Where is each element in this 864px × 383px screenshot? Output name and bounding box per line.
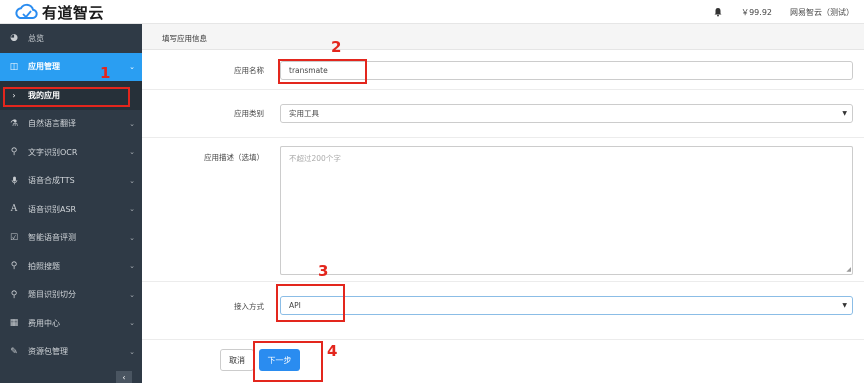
chevron-down-icon: ⌄ xyxy=(129,62,135,71)
check-square-icon: ☑ xyxy=(9,232,19,243)
chevron-down-icon: ⌄ xyxy=(129,176,135,185)
account-balance[interactable]: ￥99.92 xyxy=(741,7,772,18)
sidebar-item-overview[interactable]: ◕ 总览 xyxy=(0,24,142,53)
sidebar-item-label: 题目识别切分 xyxy=(28,290,76,300)
chevron-down-icon: ⌄ xyxy=(129,205,135,214)
annotation-number-2: 2 xyxy=(331,38,342,56)
sidebar-item-translation[interactable]: ⚗ 自然语言翻译 ⌄ xyxy=(0,110,142,139)
dropdown-caret-icon: ▼ xyxy=(842,302,847,309)
sidebar-item-ocr[interactable]: ⚲ 文字识别OCR ⌄ xyxy=(0,138,142,167)
main-panel: 填写应用信息 应用名称 transmate 应用类别 实用工具 ▼ 应用描述（选… xyxy=(142,24,864,383)
access-method-label: 接入方式 xyxy=(234,302,264,311)
brand-logo[interactable]: 有道智云 xyxy=(14,1,104,23)
annotation-box-3 xyxy=(276,284,345,322)
font-icon: A xyxy=(10,204,18,215)
access-method-select[interactable]: API ▼ xyxy=(280,296,853,315)
sidebar-item-label: 总览 xyxy=(28,33,44,43)
chevron-down-icon: ⌄ xyxy=(129,119,135,128)
chevron-down-icon: ⌄ xyxy=(129,262,135,271)
chevron-down-icon: ⌄ xyxy=(129,290,135,299)
bell-icon[interactable] xyxy=(713,7,723,17)
top-bar: 有道智云 ￥99.92 网易智云（测试） xyxy=(0,0,864,24)
sidebar-footer: ‹ xyxy=(0,369,142,383)
app-description-textarea[interactable]: 不超过200个字 ◢ xyxy=(280,146,853,275)
form-row-name: 应用名称 transmate xyxy=(142,50,864,90)
annotation-number-4: 4 xyxy=(327,342,338,360)
microphone-icon xyxy=(0,176,28,185)
section-title: 填写应用信息 xyxy=(162,34,207,43)
app-description-label: 应用描述（选填） xyxy=(204,153,264,162)
chevron-down-icon: ⌄ xyxy=(129,319,135,328)
sidebar-item-asr[interactable]: A 语音识别ASR ⌄ xyxy=(0,195,142,224)
sidebar-item-speech-eval[interactable]: ☑ 智能语音评测 ⌄ xyxy=(0,224,142,253)
cloud-logo-icon xyxy=(15,3,38,19)
search-icon: ⚲ xyxy=(10,261,18,272)
annotation-box-4 xyxy=(253,341,323,382)
sidebar-item-resource-packs[interactable]: ✎ 资源包管理 ⌄ xyxy=(0,338,142,367)
chevron-down-icon: ⌄ xyxy=(129,148,135,157)
chevron-down-icon: ⌄ xyxy=(129,347,135,356)
search-icon: ⚲ xyxy=(10,289,18,300)
account-name[interactable]: 网易智云（测试） xyxy=(790,7,854,18)
bar-chart-icon: ▦ xyxy=(9,318,19,329)
sidebar-item-tts[interactable]: 语音合成TTS ⌄ xyxy=(0,167,142,196)
sidebar-item-label: 拍照搜题 xyxy=(28,261,60,271)
sidebar-item-photo-search[interactable]: ⚲ 拍照搜题 ⌄ xyxy=(0,252,142,281)
app-type-select[interactable]: 实用工具 ▼ xyxy=(280,104,853,123)
dropdown-caret-icon: ▼ xyxy=(842,110,847,117)
sidebar-item-label: 文字识别OCR xyxy=(28,147,78,157)
resize-handle-icon[interactable]: ◢ xyxy=(846,266,851,273)
dashboard-icon: ◕ xyxy=(10,33,18,44)
app-type-label: 应用类别 xyxy=(234,109,264,118)
sidebar-item-label: 资源包管理 xyxy=(28,347,68,357)
app-type-value: 实用工具 xyxy=(289,109,319,118)
flask-icon: ⚗ xyxy=(9,118,19,129)
search-icon: ⚲ xyxy=(10,147,18,158)
sidebar-item-label: 语音识别ASR xyxy=(28,204,77,214)
sidebar-item-question-split[interactable]: ⚲ 题目识别切分 ⌄ xyxy=(0,281,142,310)
app-description-placeholder: 不超过200个字 xyxy=(289,154,341,163)
sidebar-item-app-management[interactable]: ◫ 应用管理 ⌄ xyxy=(0,52,142,81)
app-manage-icon: ◫ xyxy=(9,61,19,72)
cancel-button[interactable]: 取消 xyxy=(220,349,254,371)
annotation-box-2 xyxy=(278,59,367,84)
sidebar-item-label: 语音合成TTS xyxy=(28,176,75,186)
annotation-number-1: 1 xyxy=(100,64,111,82)
form-row-description: 应用描述（选填） 不超过200个字 ◢ xyxy=(142,138,864,282)
form-row-access: 接入方式 API ▼ xyxy=(142,282,864,340)
sidebar-item-label: 智能语音评测 xyxy=(28,233,76,243)
brand-name: 有道智云 xyxy=(42,3,105,22)
form-row-type: 应用类别 实用工具 ▼ xyxy=(142,90,864,138)
collapse-sidebar-button[interactable]: ‹ xyxy=(116,371,132,383)
chevron-down-icon: ⌄ xyxy=(129,233,135,242)
sidebar-item-label: 费用中心 xyxy=(28,318,60,328)
annotation-number-3: 3 xyxy=(318,262,329,280)
annotation-box-1 xyxy=(3,87,130,107)
edit-icon: ✎ xyxy=(10,346,18,357)
sidebar: ◕ 总览 ◫ 应用管理 ⌄ › 我的应用 ⚗ 自然语言翻译 ⌄ ⚲ 文字识别OC… xyxy=(0,24,142,383)
sidebar-item-billing[interactable]: ▦ 费用中心 ⌄ xyxy=(0,309,142,338)
app-name-label: 应用名称 xyxy=(234,66,264,75)
section-header: 填写应用信息 xyxy=(142,24,864,50)
sidebar-item-label: 自然语言翻译 xyxy=(28,119,76,129)
